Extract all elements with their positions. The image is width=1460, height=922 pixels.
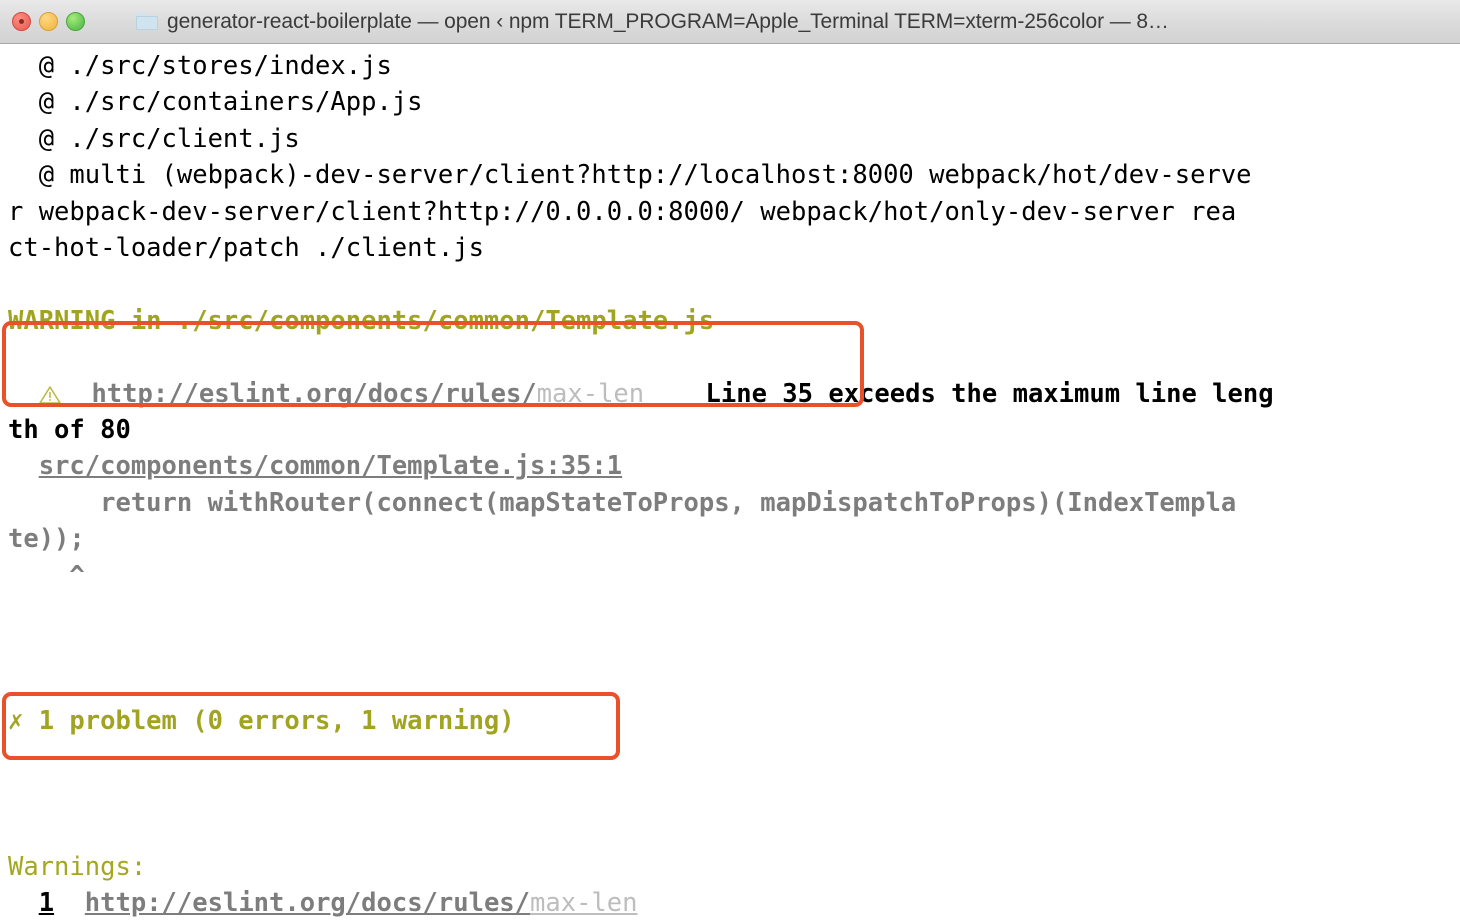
caret-marker: ^ (8, 560, 85, 591)
eslint-rule-line: http://eslint.org/docs/rules/max-len Lin… (0, 376, 1460, 412)
problem-summary-text: 1 problem (0 errors, 1 warning) (38, 706, 515, 737)
window-controls[interactable] (0, 12, 85, 31)
folder-icon (136, 13, 158, 30)
problem-summary-line: ✗ 1 problem (0 errors, 1 warning) (0, 703, 1460, 739)
output-line: @ ./src/containers/App.js (8, 87, 423, 118)
warnings-count: 1 (38, 888, 55, 919)
warnings-header-line: Warnings: (0, 849, 1460, 885)
code-snippet-line: return withRouter(connect(mapStateToProp… (0, 485, 1460, 521)
warning-header-text: WARNING in ./src/components/common/Templ… (8, 305, 715, 336)
output-line: ct-hot-loader/patch ./client.js (8, 233, 484, 264)
eslint-rule-message-cont: th of 80 (8, 415, 131, 446)
caret-line: ^ (0, 558, 1460, 594)
warnings-entry-line: 1 http://eslint.org/docs/rules/max-len (0, 885, 1460, 921)
output-line: @ ./src/client.js (8, 123, 300, 154)
window-title-group: generator-react-boilerplate — open ‹ npm… (0, 10, 1460, 34)
warnings-rule-url-base[interactable]: http://eslint.org/docs/rules/ (85, 888, 530, 918)
output-line: @ ./src/stores/index.js (8, 51, 392, 81)
warnings-rule-name[interactable]: max-len (530, 888, 637, 918)
window-title: generator-react-boilerplate — open ‹ npm… (167, 9, 1169, 33)
output-line: r webpack-dev-server/client?http://0.0.0… (8, 196, 1237, 227)
code-snippet-cont-line: te)); (0, 521, 1460, 557)
source-location-line: src/components/common/Template.js:35:1 (0, 448, 1460, 484)
terminal-output[interactable]: @ ./src/stores/index.js @ ./src/containe… (0, 44, 1460, 922)
eslint-rule-message-cont-line: th of 80 (0, 412, 1460, 448)
zoom-button[interactable] (66, 12, 85, 31)
window-title-bar[interactable]: generator-react-boilerplate — open ‹ npm… (0, 0, 1460, 44)
code-snippet-text: return withRouter(connect(mapStateToProp… (8, 487, 1237, 518)
eslint-rule-message: Line 35 exceeds the maximum line leng (705, 378, 1274, 409)
minimize-button[interactable] (39, 12, 58, 31)
source-location-link[interactable]: src/components/common/Template.js:35:1 (39, 451, 622, 481)
close-button[interactable] (12, 12, 31, 31)
warnings-header-text: Warnings: (8, 851, 147, 882)
warning-header-line: WARNING in ./src/components/common/Templ… (0, 303, 1460, 339)
warning-triangle-icon (38, 379, 61, 404)
code-snippet-cont-text: te)); (8, 524, 85, 555)
problem-cross-icon: ✗ (8, 706, 24, 737)
eslint-rule-name[interactable]: max-len (537, 379, 644, 409)
output-line: @ multi (webpack)-dev-server/client?http… (8, 160, 1252, 191)
eslint-rule-url-base[interactable]: http://eslint.org/docs/rules/ (91, 379, 536, 409)
